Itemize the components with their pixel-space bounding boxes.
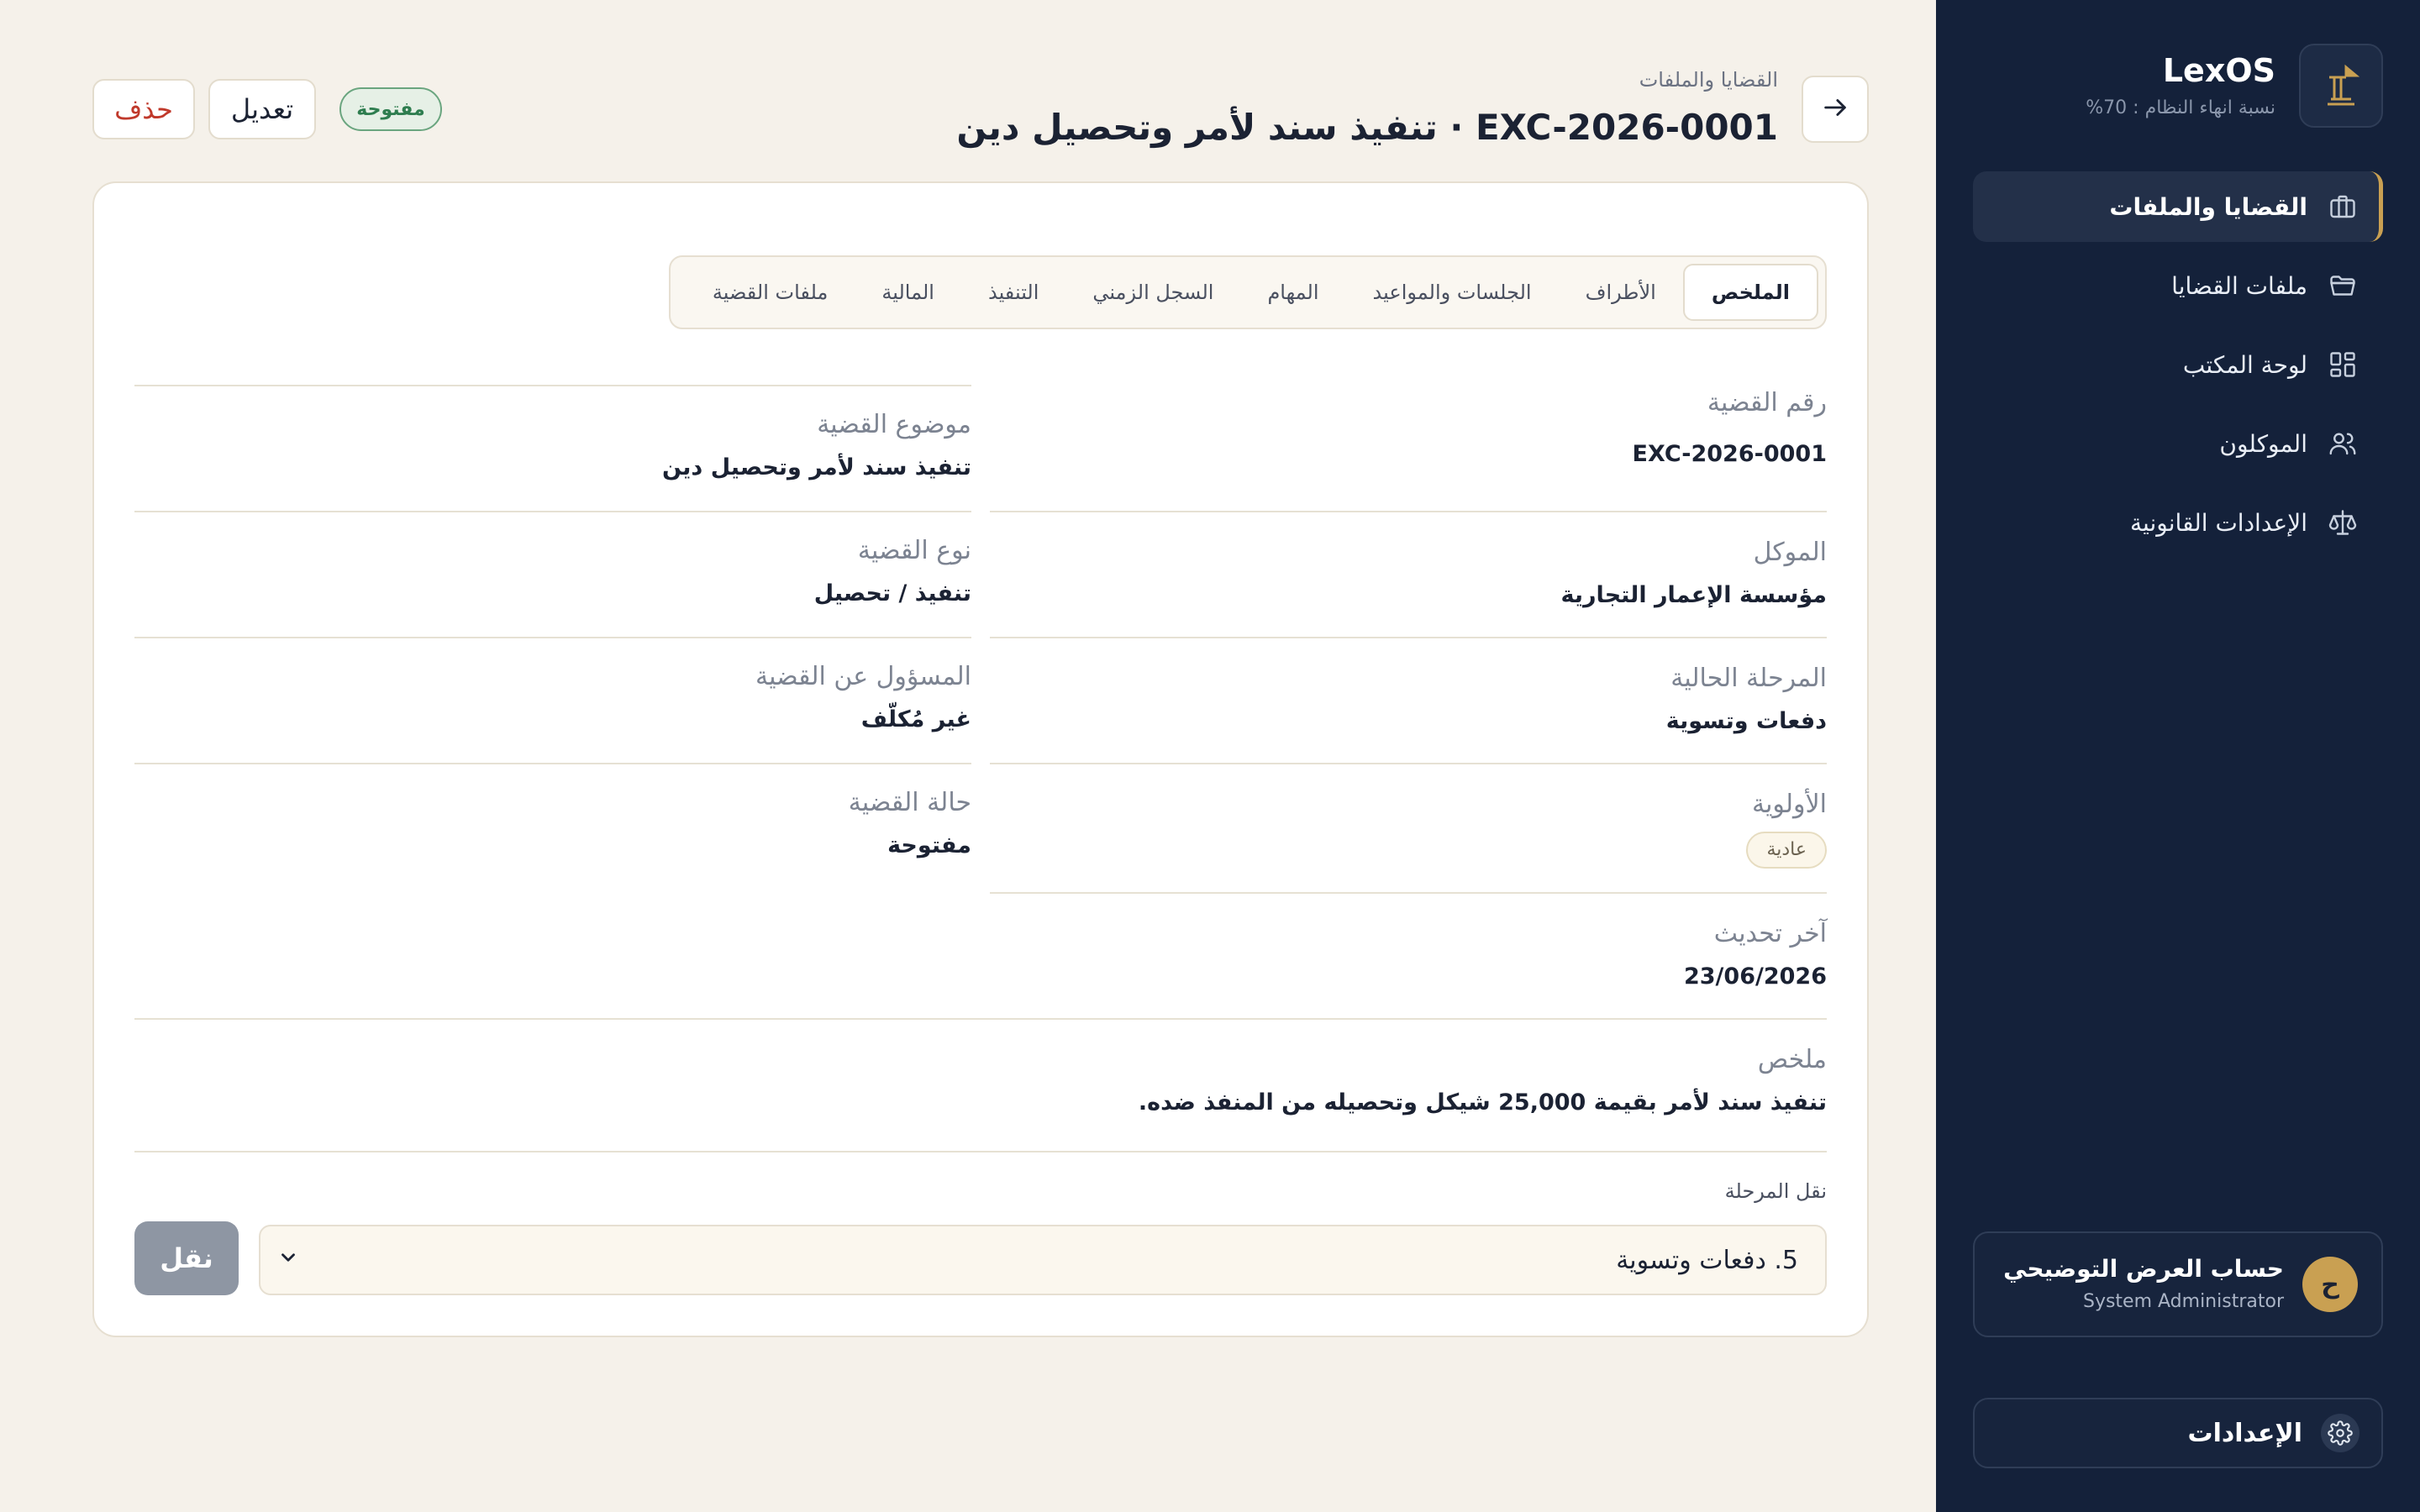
user-name: حساب العرض التوضيحي: [2003, 1255, 2284, 1283]
field-current-stage: المرحلة الحالية دفعات وتسوية: [990, 662, 1827, 738]
sidebar-item-clients[interactable]: الموكلون: [1973, 408, 2383, 479]
sidebar-item-label: لوحة المكتب: [2182, 350, 2307, 379]
field-value: دفعات وتسوية: [1665, 708, 1827, 734]
field-value: تنفيذ سند لأمر بقيمة 25,000 شيكل وتحصيله…: [1138, 1089, 1827, 1116]
briefcase-icon: [2326, 190, 2360, 223]
sidebar-item-label: القضايا والملفات: [2109, 192, 2307, 221]
sidebar-item-label: الموكلون: [2219, 429, 2307, 458]
field-case-status: حالة القضية مفتوحة: [134, 786, 971, 862]
case-summary-card: الملخص الأطراف الجلسات والمواعيد المهام …: [92, 181, 1869, 1337]
app-root: LexOS نسبة انهاء النظام : 70% القضايا وا…: [0, 0, 2420, 1512]
delete-button[interactable]: حذف: [92, 79, 195, 139]
tab-case-files[interactable]: ملفات القضية: [686, 264, 855, 321]
divider: [134, 511, 971, 512]
priority-badge: عادية: [1746, 832, 1827, 869]
field-label: المسؤول عن القضية: [755, 662, 971, 691]
field-label: موضوع القضية: [817, 410, 971, 439]
field-label: آخر تحديث: [1713, 919, 1827, 948]
divider: [134, 385, 971, 386]
settings-button[interactable]: الإعدادات: [1973, 1398, 2383, 1468]
tab-finance[interactable]: المالية: [855, 264, 961, 321]
main-content: القضايا والملفات EXC-2026-0001 · تنفيذ س…: [0, 0, 1936, 1512]
divider: [134, 1018, 1827, 1020]
field-client: الموكل مؤسسة الإعمار التجارية: [990, 536, 1828, 612]
system-progress-text: نسبة انهاء النظام : 70%: [2086, 97, 2275, 118]
edit-button[interactable]: تعديل: [208, 79, 316, 139]
field-value: تنفيذ / تحصيل: [813, 580, 971, 606]
user-info: حساب العرض التوضيحي System Administrator: [2003, 1253, 2284, 1315]
folder-icon: [2326, 269, 2360, 302]
tab-hearings[interactable]: الجلسات والمواعيد: [1346, 264, 1559, 321]
field-label: الأولوية: [1751, 790, 1827, 819]
user-role: System Administrator: [2082, 1291, 2284, 1312]
field-last-update: آخر تحديث 23/06/2026: [990, 917, 1827, 993]
brand-text: LexOS نسبة انهاء النظام : 70%: [2086, 50, 2275, 121]
sidebar-item-cases[interactable]: القضايا والملفات: [1973, 171, 2383, 242]
field-label: نوع القضية: [857, 536, 971, 565]
sidebar-item-label: الإعدادات القانونية: [2130, 508, 2307, 537]
divider: [134, 637, 971, 638]
divider: [134, 1151, 1827, 1152]
sidebar-item-dashboard[interactable]: لوحة المكتب: [1973, 329, 2383, 400]
field-notes: ملخص تنفيذ سند لأمر بقيمة 25,000 شيكل وت…: [134, 1043, 1827, 1119]
status-badge: مفتوحة: [339, 87, 442, 131]
field-value: مفتوحة: [887, 832, 971, 858]
field-label: المرحلة الحالية: [1670, 664, 1827, 693]
brand: LexOS نسبة انهاء النظام : 70%: [1973, 44, 2383, 128]
sidebar-item-legal-settings[interactable]: الإعدادات القانونية: [1973, 487, 2383, 558]
stage-move-label: نقل المرحلة: [1724, 1179, 1827, 1203]
chevron-down-icon: [277, 1246, 299, 1275]
tab-tasks[interactable]: المهام: [1240, 264, 1345, 321]
arrow-right-icon: [1821, 93, 1849, 125]
user-card[interactable]: ح حساب العرض التوضيحي System Administrat…: [1973, 1231, 2383, 1337]
stage-select[interactable]: 5. دفعات وتسوية: [259, 1225, 1827, 1295]
field-label: حالة القضية: [848, 788, 971, 817]
gear-icon: [2321, 1414, 2360, 1452]
field-value: مؤسسة الإعمار التجارية: [1560, 582, 1828, 608]
tab-summary[interactable]: الملخص: [1682, 264, 1818, 321]
users-icon: [2326, 427, 2360, 460]
sidebar: LexOS نسبة انهاء النظام : 70% القضايا وا…: [1936, 0, 2420, 1512]
breadcrumb[interactable]: القضايا والملفات: [956, 66, 1778, 94]
tab-parties[interactable]: الأطراف: [1559, 264, 1683, 321]
sidebar-item-label: ملفات القضايا: [2171, 271, 2307, 300]
field-label: رقم القضية: [1707, 388, 1827, 417]
field-owner: المسؤول عن القضية غير مُكلّف: [134, 660, 971, 736]
back-button[interactable]: [1802, 76, 1869, 143]
page-header: القضايا والملفات EXC-2026-0001 · تنفيذ س…: [956, 66, 1778, 153]
dashboard-icon: [2326, 348, 2360, 381]
tab-timeline[interactable]: السجل الزمني: [1065, 264, 1240, 321]
sidebar-nav: القضايا والملفات ملفات القضايا لوحة المك…: [1973, 171, 2383, 566]
divider: [990, 637, 1827, 638]
field-subject: موضوع القضية تنفيذ سند لأمر وتحصيل دين: [134, 408, 971, 484]
field-label: الموكل: [1753, 538, 1827, 567]
stage-select-value: 5. دفعات وتسوية: [1616, 1245, 1798, 1275]
field-case-number: رقم القضية EXC-2026-0001: [990, 386, 1827, 470]
field-value: EXC-2026-0001: [1632, 441, 1827, 467]
move-stage-button[interactable]: نقل: [134, 1221, 239, 1295]
priority-wrap: عادية: [990, 832, 1827, 869]
divider: [990, 763, 1827, 764]
field-value: تنفيذ سند لأمر وتحصيل دين: [662, 454, 971, 480]
field-value: 23/06/2026: [1683, 963, 1827, 990]
brand-name: LexOS: [2162, 52, 2275, 89]
divider: [134, 763, 971, 764]
sidebar-item-case-files[interactable]: ملفات القضايا: [1973, 250, 2383, 321]
field-case-type: نوع القضية تنفيذ / تحصيل: [134, 534, 971, 610]
avatar: ح: [2302, 1257, 2358, 1312]
field-value: غير مُكلّف: [860, 706, 971, 732]
scales-icon: [2326, 506, 2360, 539]
field-priority: الأولوية عادية: [990, 788, 1827, 869]
settings-label: الإعدادات: [2187, 1418, 2302, 1448]
case-tabs: الملخص الأطراف الجلسات والمواعيد المهام …: [669, 255, 1827, 329]
divider: [990, 892, 1827, 894]
pillar-logo-icon: [2299, 44, 2383, 128]
tab-execution[interactable]: التنفيذ: [961, 264, 1065, 321]
field-label: ملخص: [1757, 1045, 1827, 1074]
divider: [990, 511, 1827, 512]
page-title: EXC-2026-0001 · تنفيذ سند لأمر وتحصيل دي…: [956, 107, 1778, 148]
